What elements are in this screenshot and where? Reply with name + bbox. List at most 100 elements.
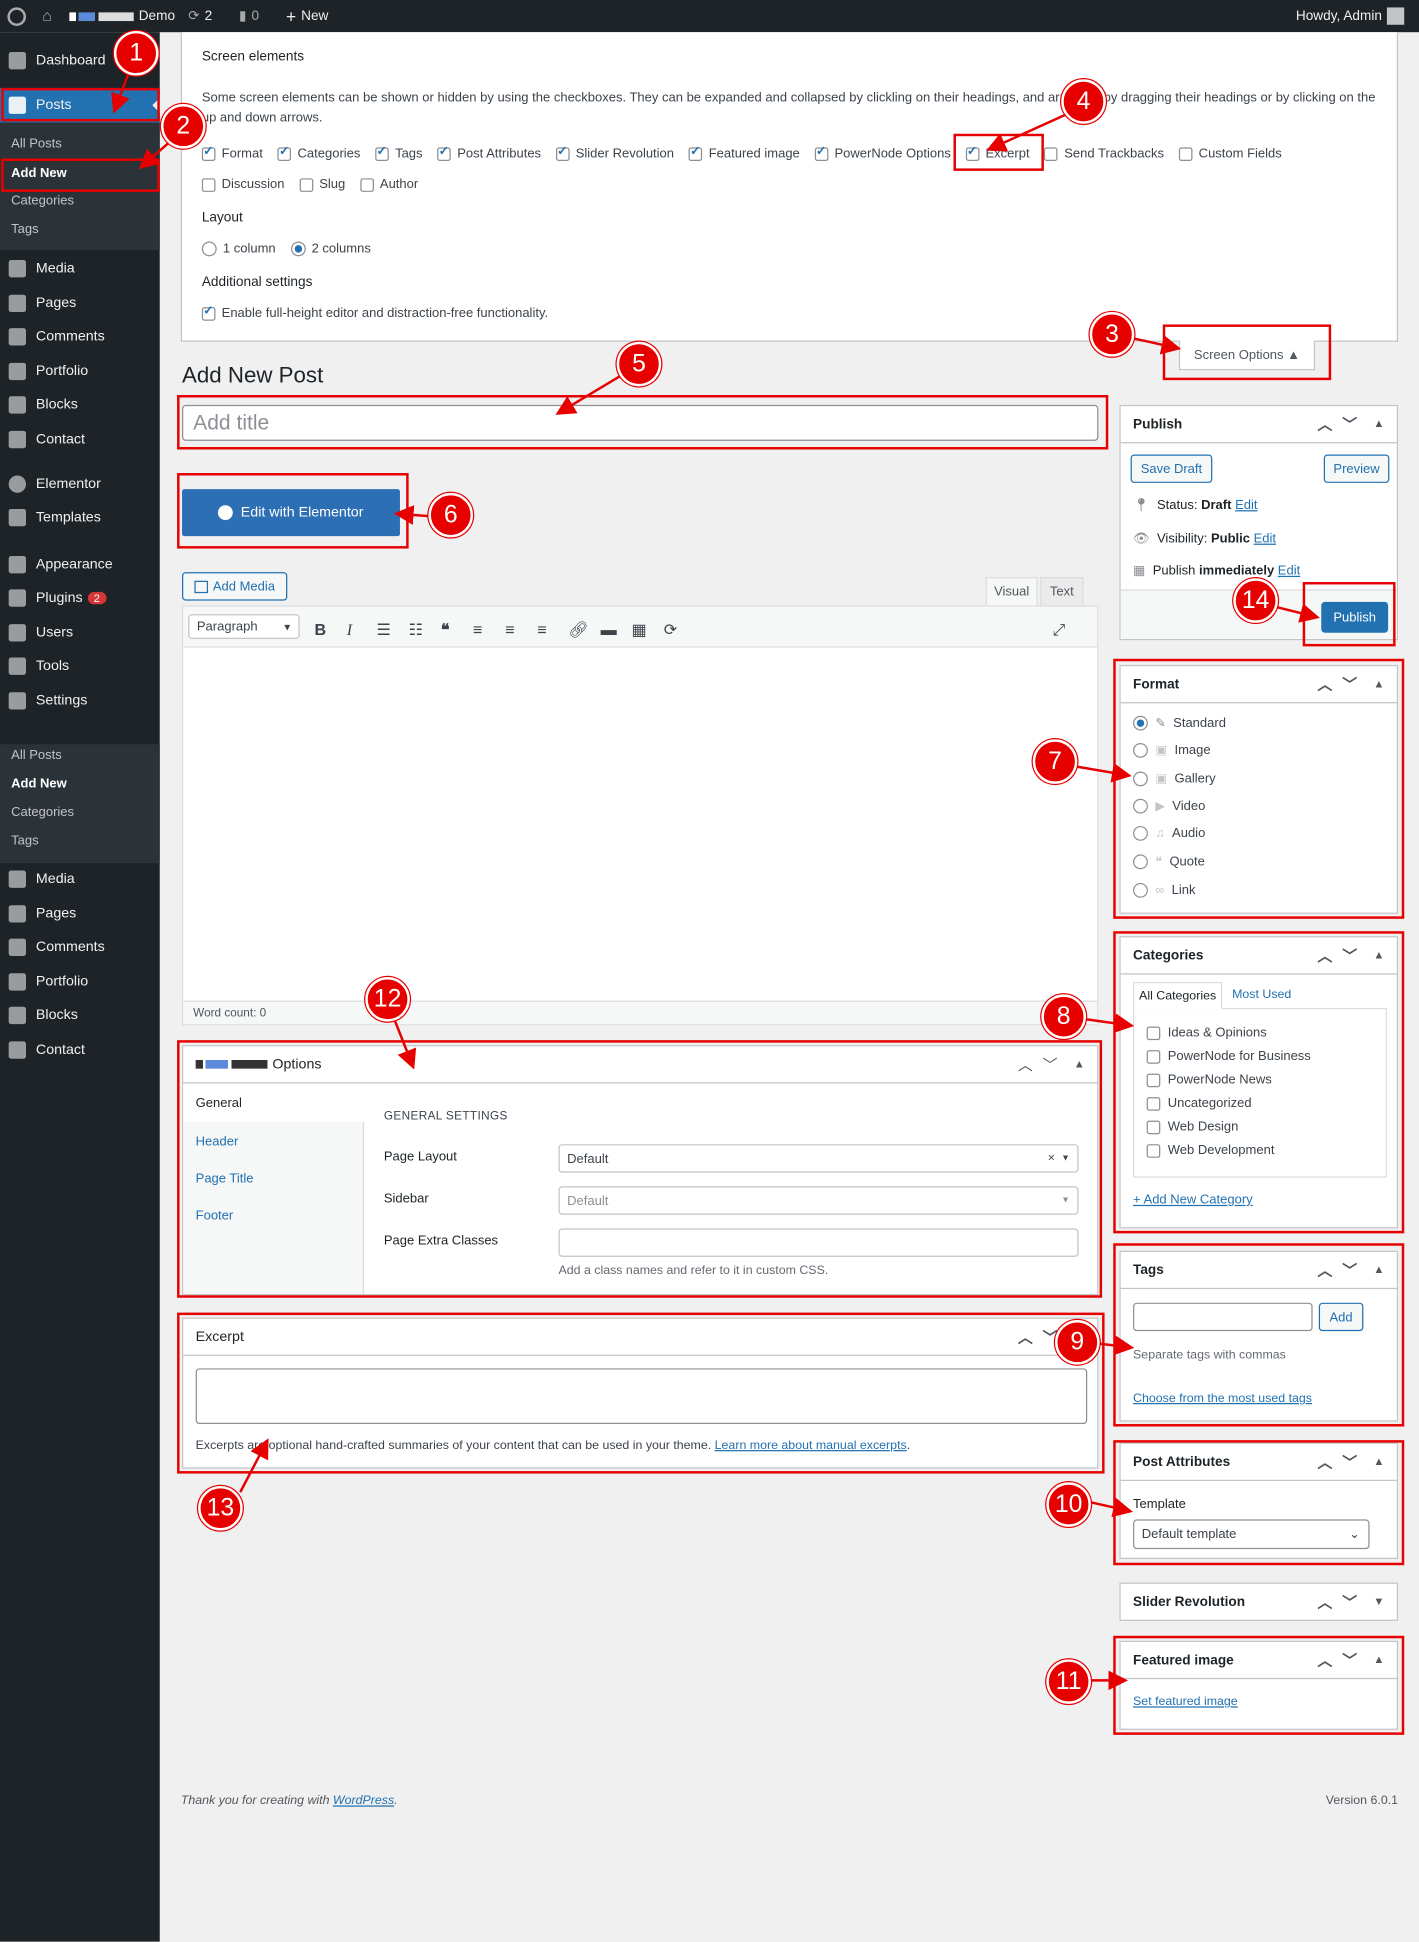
radio-2-columns[interactable]: 2 columns xyxy=(290,241,371,257)
tab-text[interactable]: Text xyxy=(1040,577,1084,606)
set-featured-image-link[interactable]: Set featured image xyxy=(1133,1695,1238,1709)
template-select[interactable]: Default template ⌄ xyxy=(1133,1519,1370,1550)
radio-1-column[interactable]: 1 column xyxy=(201,241,276,257)
radio[interactable] xyxy=(1133,854,1148,870)
checkbox[interactable] xyxy=(375,144,389,161)
save-draft-button[interactable]: Save Draft xyxy=(1130,454,1213,483)
checkbox[interactable] xyxy=(1178,146,1193,161)
menu-portfolio[interactable]: Portfolio xyxy=(0,965,160,998)
menu-pages[interactable]: Pages xyxy=(0,286,160,319)
categories-box-header[interactable]: Categories ︿ ﹀ ▲ xyxy=(1120,937,1397,975)
move-up-icon[interactable]: ︿ xyxy=(1318,1451,1333,1472)
options-box-header[interactable]: Options ︿ ﹀ ▲ xyxy=(183,1046,1098,1084)
move-up-icon[interactable]: ︿ xyxy=(1018,1326,1033,1347)
move-down-icon[interactable]: ﹀ xyxy=(1342,1451,1357,1472)
edit-with-elementor-button[interactable]: Edit with Elementor xyxy=(182,489,400,537)
collapse-toggle-icon[interactable]: ▲ xyxy=(1373,417,1384,429)
collapse-toggle-icon[interactable]: ▲ xyxy=(1373,1653,1384,1665)
menu-pages[interactable]: Pages xyxy=(0,897,160,930)
checkbox[interactable] xyxy=(201,304,216,321)
radio[interactable] xyxy=(201,241,217,257)
sidebar-select[interactable]: Default ▼ xyxy=(558,1186,1079,1215)
tab-all-categories[interactable]: All Categories xyxy=(1133,981,1223,1010)
checkbox-format[interactable]: Format xyxy=(201,144,263,161)
checkbox[interactable] xyxy=(1146,1025,1161,1040)
checkbox[interactable] xyxy=(277,144,292,161)
checkbox-powernode-options[interactable]: PowerNode Options xyxy=(814,144,951,161)
checkbox-full-height-editor[interactable]: Enable full-height editor and distractio… xyxy=(201,304,548,321)
add-tag-button[interactable]: Add xyxy=(1318,1302,1364,1332)
move-down-icon[interactable]: ﹀ xyxy=(1342,414,1357,435)
category-item[interactable]: Web Design xyxy=(1146,1119,1238,1134)
format-gallery[interactable]: ▣ Gallery xyxy=(1133,771,1216,787)
radio[interactable] xyxy=(1133,882,1148,898)
wp-icon[interactable]: ⟳ xyxy=(664,620,678,640)
blockquote-icon[interactable]: ❝ xyxy=(441,620,450,640)
radio[interactable] xyxy=(1133,798,1148,814)
checkbox-slider-revolution[interactable]: Slider Revolution xyxy=(555,144,674,161)
tab-footer[interactable]: Footer xyxy=(196,1209,234,1224)
menu-posts[interactable]: Posts xyxy=(0,87,160,123)
menu-contact[interactable]: Contact xyxy=(0,422,160,455)
menu-plugins[interactable]: Plugins 2 xyxy=(0,581,160,614)
tab-page-title[interactable]: Page Title xyxy=(196,1171,254,1186)
post-attributes-box-header[interactable]: Post Attributes ︿ ﹀ ▲ xyxy=(1120,1444,1397,1482)
checkbox[interactable] xyxy=(1146,1049,1161,1064)
publish-box-header[interactable]: Publish ︿ ﹀ ▲ xyxy=(1120,406,1397,444)
submenu-all-posts[interactable]: All Posts xyxy=(11,748,62,763)
checkbox-send-trackbacks[interactable]: Send Trackbacks xyxy=(1044,146,1164,161)
move-up-icon[interactable]: ︿ xyxy=(1318,1259,1333,1280)
collapse-toggle-icon[interactable]: ▲ xyxy=(1373,1263,1384,1275)
checkbox-tags[interactable]: Tags xyxy=(375,144,423,161)
radio[interactable] xyxy=(1133,771,1148,787)
checkbox[interactable] xyxy=(965,144,980,161)
menu-blocks[interactable]: Blocks xyxy=(0,998,160,1031)
format-standard[interactable]: ✎ Standard xyxy=(1133,715,1226,731)
comments-link[interactable]: ▮ 0 xyxy=(239,0,259,32)
publish-button[interactable]: Publish xyxy=(1321,601,1389,633)
checkbox[interactable] xyxy=(1146,1096,1161,1111)
new-tag-input[interactable] xyxy=(1133,1302,1313,1332)
toolbar-toggle-icon[interactable]: ▦ xyxy=(632,620,647,640)
updates-link[interactable]: ⟳ 2 xyxy=(188,0,212,32)
radio[interactable] xyxy=(1133,825,1148,841)
tab-general[interactable]: General xyxy=(183,1084,366,1122)
account-menu[interactable]: Howdy, Admin xyxy=(1296,0,1405,32)
preview-button[interactable]: Preview xyxy=(1323,454,1390,483)
link-icon[interactable]: 🔗︎ xyxy=(568,620,588,640)
screen-options-toggle-button[interactable]: Screen Options ▲ xyxy=(1178,340,1316,371)
checkbox[interactable] xyxy=(437,144,452,161)
menu-media[interactable]: Media xyxy=(0,251,160,284)
checkbox-discussion[interactable]: Discussion xyxy=(201,177,285,192)
menu-media[interactable]: Media xyxy=(0,862,160,895)
submenu-add-new[interactable]: Add New xyxy=(11,776,67,791)
checkbox-featured-image[interactable]: Featured image xyxy=(688,144,800,161)
checkbox-post-attributes[interactable]: Post Attributes xyxy=(437,144,541,161)
checkbox[interactable] xyxy=(555,144,570,161)
format-quote[interactable]: ❝ Quote xyxy=(1133,854,1205,870)
checkbox[interactable] xyxy=(814,144,829,161)
choose-most-used-tags-link[interactable]: Choose from the most used tags xyxy=(1133,1392,1312,1406)
bold-icon[interactable]: B xyxy=(315,620,327,639)
add-media-button[interactable]: Add Media xyxy=(182,572,288,601)
format-box-header[interactable]: Format ︿ ﹀ ▲ xyxy=(1120,666,1397,704)
edit-visibility-link[interactable]: Edit xyxy=(1254,531,1276,546)
move-up-icon[interactable]: ︿ xyxy=(1318,1649,1333,1670)
move-up-icon[interactable]: ︿ xyxy=(1318,945,1333,966)
checkbox-author[interactable]: Author xyxy=(360,177,418,192)
category-item[interactable]: Web Development xyxy=(1146,1143,1274,1158)
wordpress-link[interactable]: WordPress xyxy=(333,1794,394,1808)
submenu-categories[interactable]: Categories xyxy=(11,805,74,820)
move-down-icon[interactable]: ﹀ xyxy=(1342,1591,1357,1612)
move-down-icon[interactable]: ﹀ xyxy=(1043,1054,1058,1075)
move-down-icon[interactable]: ﹀ xyxy=(1342,1259,1357,1280)
site-name-link[interactable]: Demo xyxy=(69,0,175,32)
numbered-list-icon[interactable]: ☷ xyxy=(409,620,423,640)
checkbox[interactable] xyxy=(1146,1072,1161,1087)
read-more-icon[interactable]: ▬ xyxy=(601,620,617,639)
radio[interactable] xyxy=(290,241,306,257)
menu-users[interactable]: Users xyxy=(0,615,160,648)
category-item[interactable]: Uncategorized xyxy=(1146,1096,1252,1111)
collapse-toggle-icon[interactable]: ▼ xyxy=(1373,1595,1384,1607)
featured-image-box-header[interactable]: Featured image ︿ ﹀ ▲ xyxy=(1120,1642,1397,1680)
